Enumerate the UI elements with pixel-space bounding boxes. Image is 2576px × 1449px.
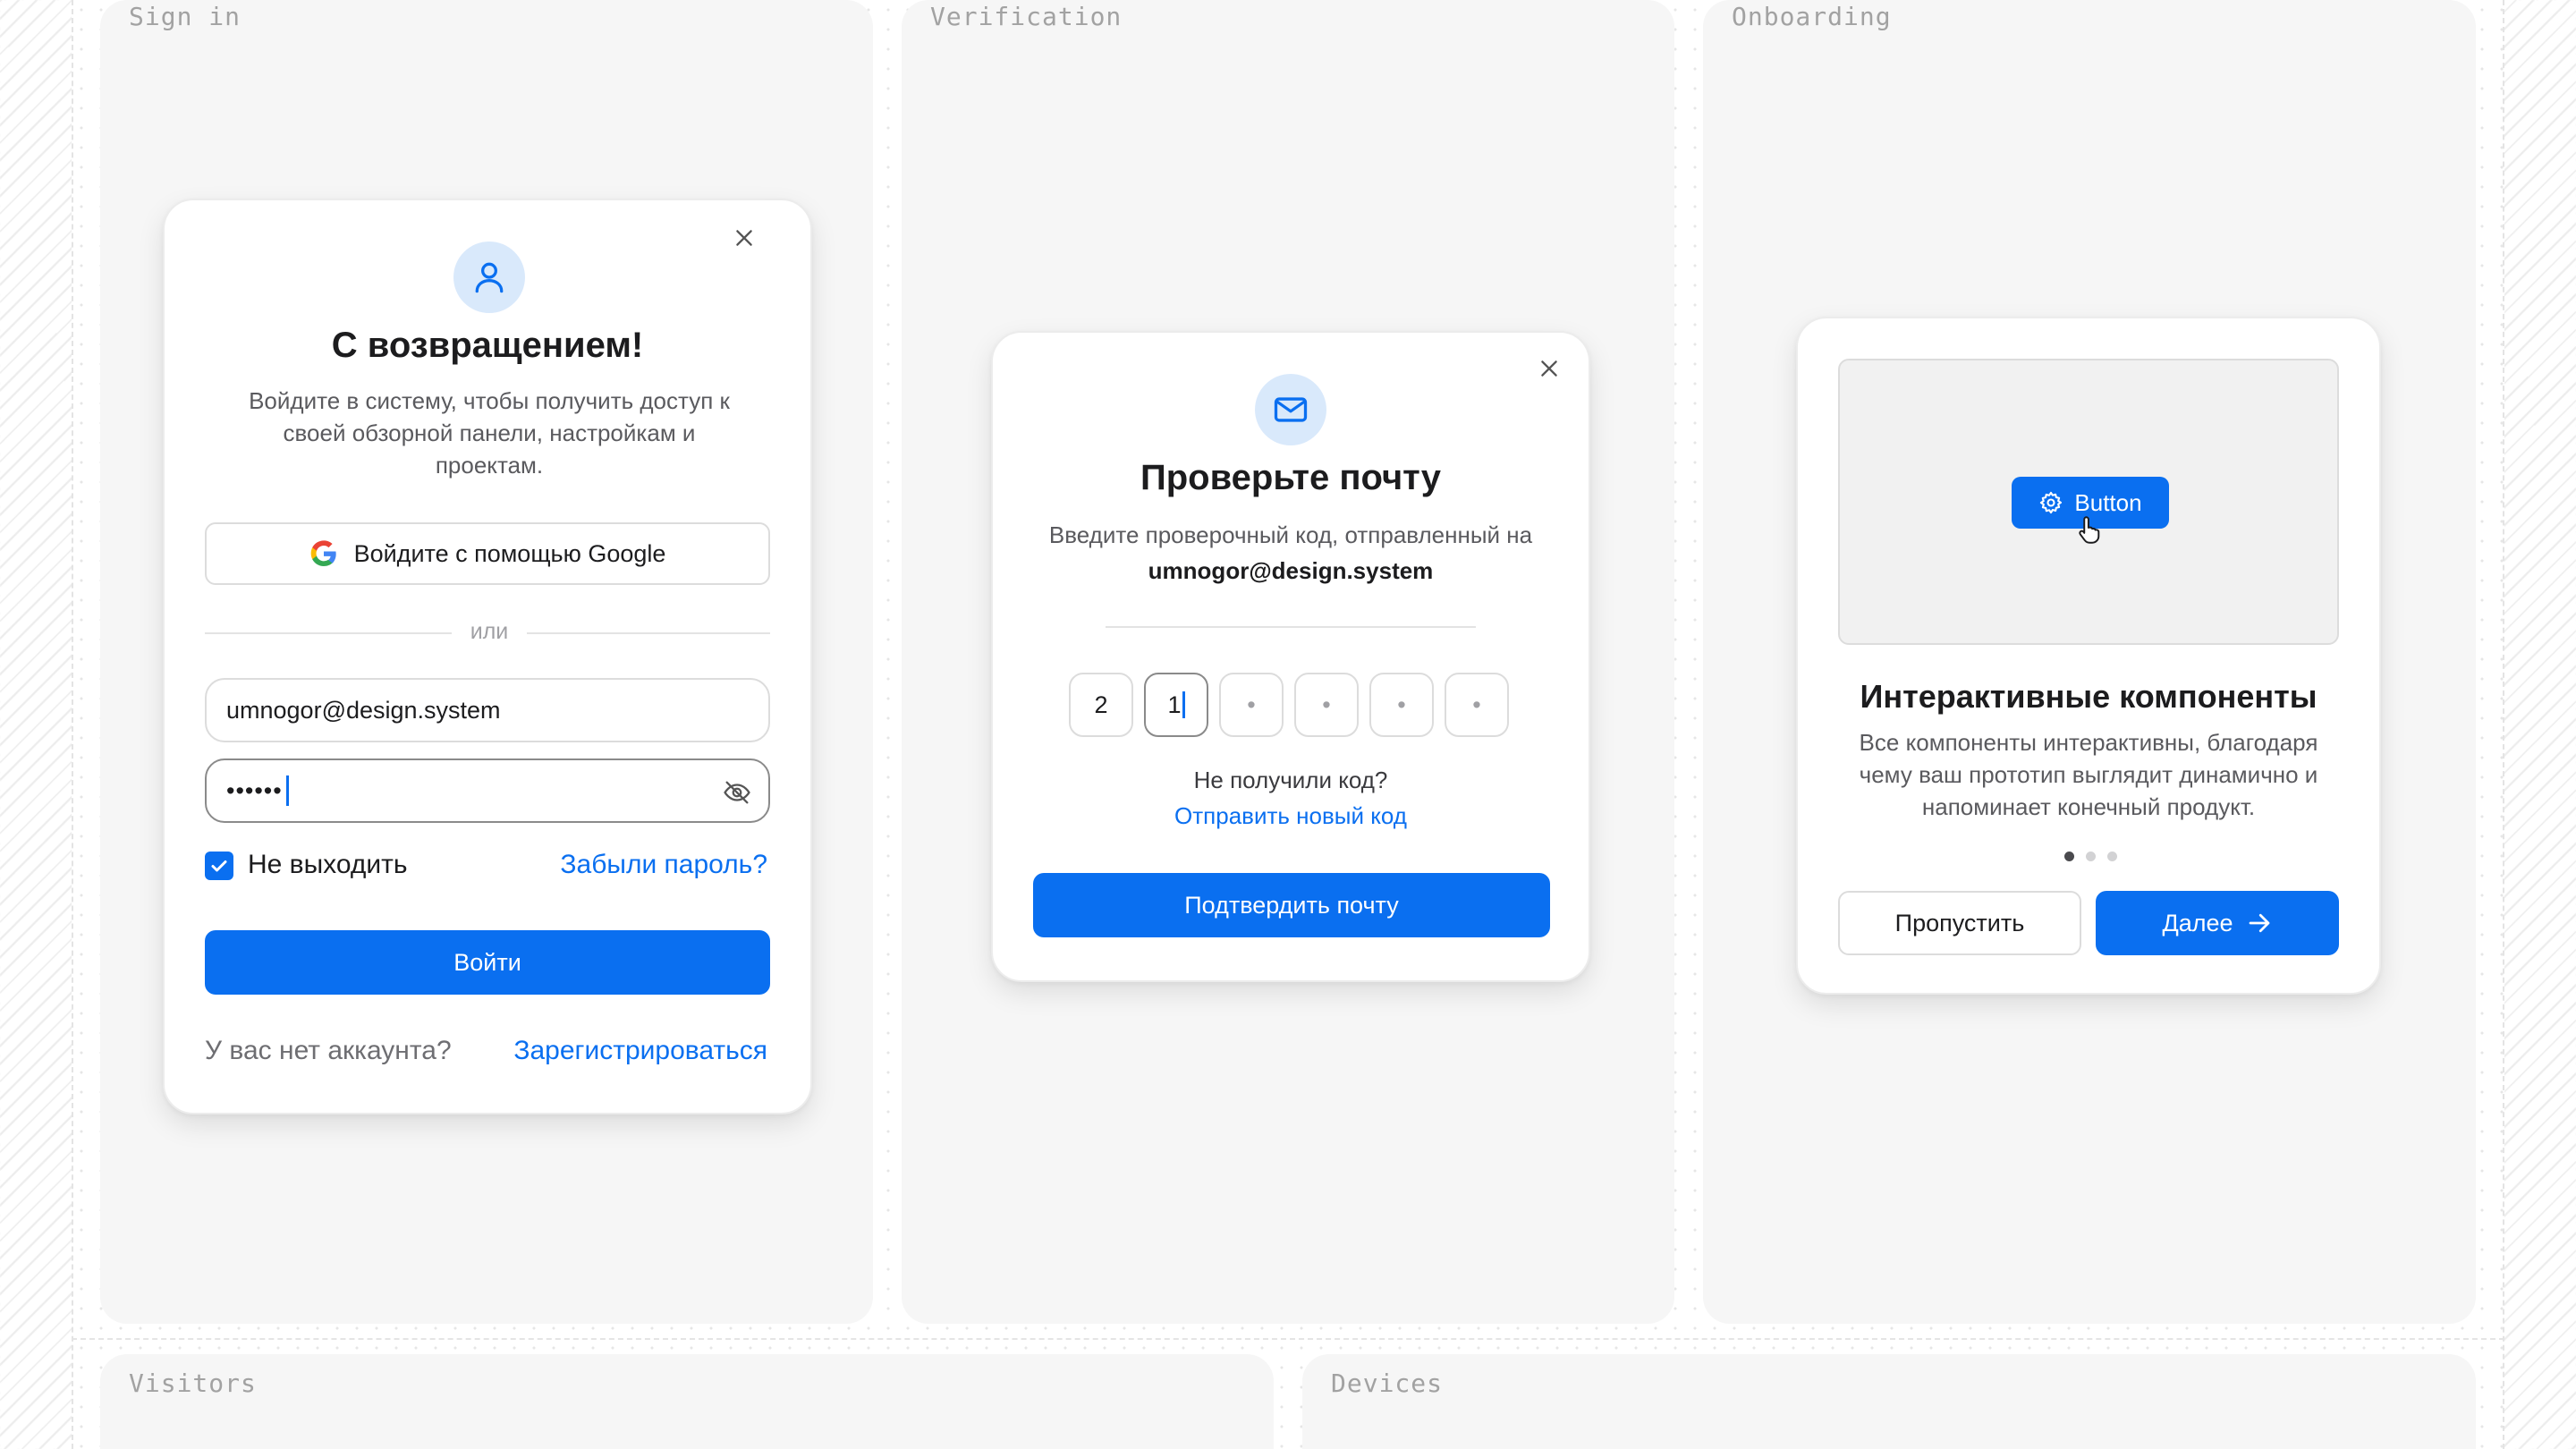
remember-label: Не выходить (248, 850, 408, 879)
otp-value: • (1247, 691, 1256, 718)
onboarding-description: Все компоненты интерактивны, благодаря ч… (1859, 729, 2318, 820)
panel-onboarding: Onboarding Button Интерактивные компонен… (1703, 0, 2476, 1324)
email-field[interactable]: umnogor@design.system (205, 678, 770, 742)
divider-text: или (470, 619, 509, 644)
confirm-email-label: Подтвердить почту (1184, 891, 1399, 919)
otp-digit-3[interactable]: • (1219, 673, 1284, 737)
google-button-label: Войдите с помощью Google (353, 539, 666, 567)
arrow-right-icon (2249, 913, 2269, 933)
sign-in-button[interactable]: Войти (205, 930, 770, 995)
no-code-text: Не получили код? (1193, 767, 1388, 793)
skip-button-label: Пропустить (1894, 909, 2025, 936)
register-link[interactable]: Зарегистрироваться (513, 1036, 767, 1066)
otp-digit-6[interactable]: • (1445, 673, 1509, 737)
panel-devices: Devices (1302, 1354, 2476, 1449)
verification-description: Введите проверочный код, отправленный на (1048, 521, 1533, 548)
close-icon (736, 230, 752, 246)
panel-label: Devices (1331, 1368, 1444, 1398)
forgot-password-link[interactable]: Забыли пароль? (560, 850, 767, 880)
resend-code-link[interactable]: Отправить новый код (1011, 800, 1571, 832)
pointer-cursor-icon (2079, 516, 2100, 544)
sign-in-button-label: Войти (453, 948, 521, 976)
remember-checkbox[interactable] (205, 852, 233, 880)
onboarding-preview: Button (1838, 359, 2339, 645)
close-button[interactable] (728, 222, 760, 254)
otp-value: 2 (1094, 691, 1108, 718)
onboarding-title: Интерактивные компоненты (1860, 678, 2318, 715)
divider (1106, 626, 1476, 628)
canvas-border-right (2503, 0, 2504, 1449)
no-account-text: У вас нет аккаунта? (205, 1036, 452, 1065)
otp-value: • (1472, 691, 1481, 718)
otp-digit-5[interactable]: • (1369, 673, 1434, 737)
next-button-label: Далее (2162, 909, 2233, 936)
canvas-border-left (72, 0, 73, 1449)
toggle-password-visibility[interactable] (722, 777, 752, 808)
gear-icon (2040, 491, 2063, 514)
sign-in-title: С возвращением! (331, 326, 644, 365)
next-button[interactable]: Далее (2096, 891, 2339, 955)
email-value: umnogor@design.system (226, 696, 501, 724)
sign-in-description: Войдите в систему, чтобы получить доступ… (249, 387, 730, 479)
sign-in-card: С возвращением! Войдите в систему, чтобы… (163, 199, 812, 1114)
step-dot-2[interactable] (2086, 852, 2096, 861)
onboarding-card: Button Интерактивные компоненты Все комп… (1796, 317, 2381, 995)
user-icon (475, 262, 504, 293)
checkmark-icon (211, 860, 227, 872)
google-sign-in-button[interactable]: Войдите с помощью Google (205, 522, 770, 585)
divider-line-left (205, 632, 452, 634)
verification-title: Проверьте почту (1140, 458, 1442, 497)
otp-digit-1[interactable]: 2 (1069, 673, 1133, 737)
otp-digit-4[interactable]: • (1294, 673, 1359, 737)
eye-off-icon (724, 781, 750, 804)
panel-label: Sign in (129, 2, 242, 31)
panel-label: Onboarding (1732, 2, 1892, 31)
step-dot-3[interactable] (2107, 852, 2117, 861)
confirm-email-button[interactable]: Подтвердить почту (1033, 873, 1550, 937)
skip-button[interactable]: Пропустить (1838, 891, 2081, 955)
panel-label: Visitors (129, 1368, 257, 1398)
password-field[interactable]: •••••• (205, 758, 770, 823)
mail-icon-badge (1255, 374, 1326, 445)
divider-line-right (527, 632, 770, 634)
panel-label: Verification (930, 2, 1123, 31)
password-value: •••••• (226, 776, 283, 804)
panel-visitors: Visitors (100, 1354, 1274, 1449)
panel-sign-in: Sign in С возвращением! Войдите в систем… (100, 0, 873, 1324)
google-icon (310, 540, 336, 566)
otp-value: • (1322, 691, 1331, 718)
mail-icon (1274, 397, 1308, 422)
verification-email: umnogor@design.system (1148, 557, 1434, 584)
text-caret (1182, 691, 1185, 718)
panel-verification: Verification Проверьте почту Введите про… (902, 0, 1674, 1324)
step-dot-1[interactable] (2064, 852, 2074, 861)
close-icon (1541, 360, 1557, 377)
otp-value: 1 (1167, 691, 1182, 718)
user-icon-badge (453, 242, 525, 313)
text-caret (285, 775, 289, 806)
row-separator (72, 1338, 2504, 1340)
otp-value: • (1397, 691, 1406, 718)
otp-digit-2[interactable]: 1 (1144, 673, 1208, 737)
close-button[interactable] (1533, 352, 1565, 385)
verification-card: Проверьте почту Введите проверочный код,… (991, 331, 1590, 982)
